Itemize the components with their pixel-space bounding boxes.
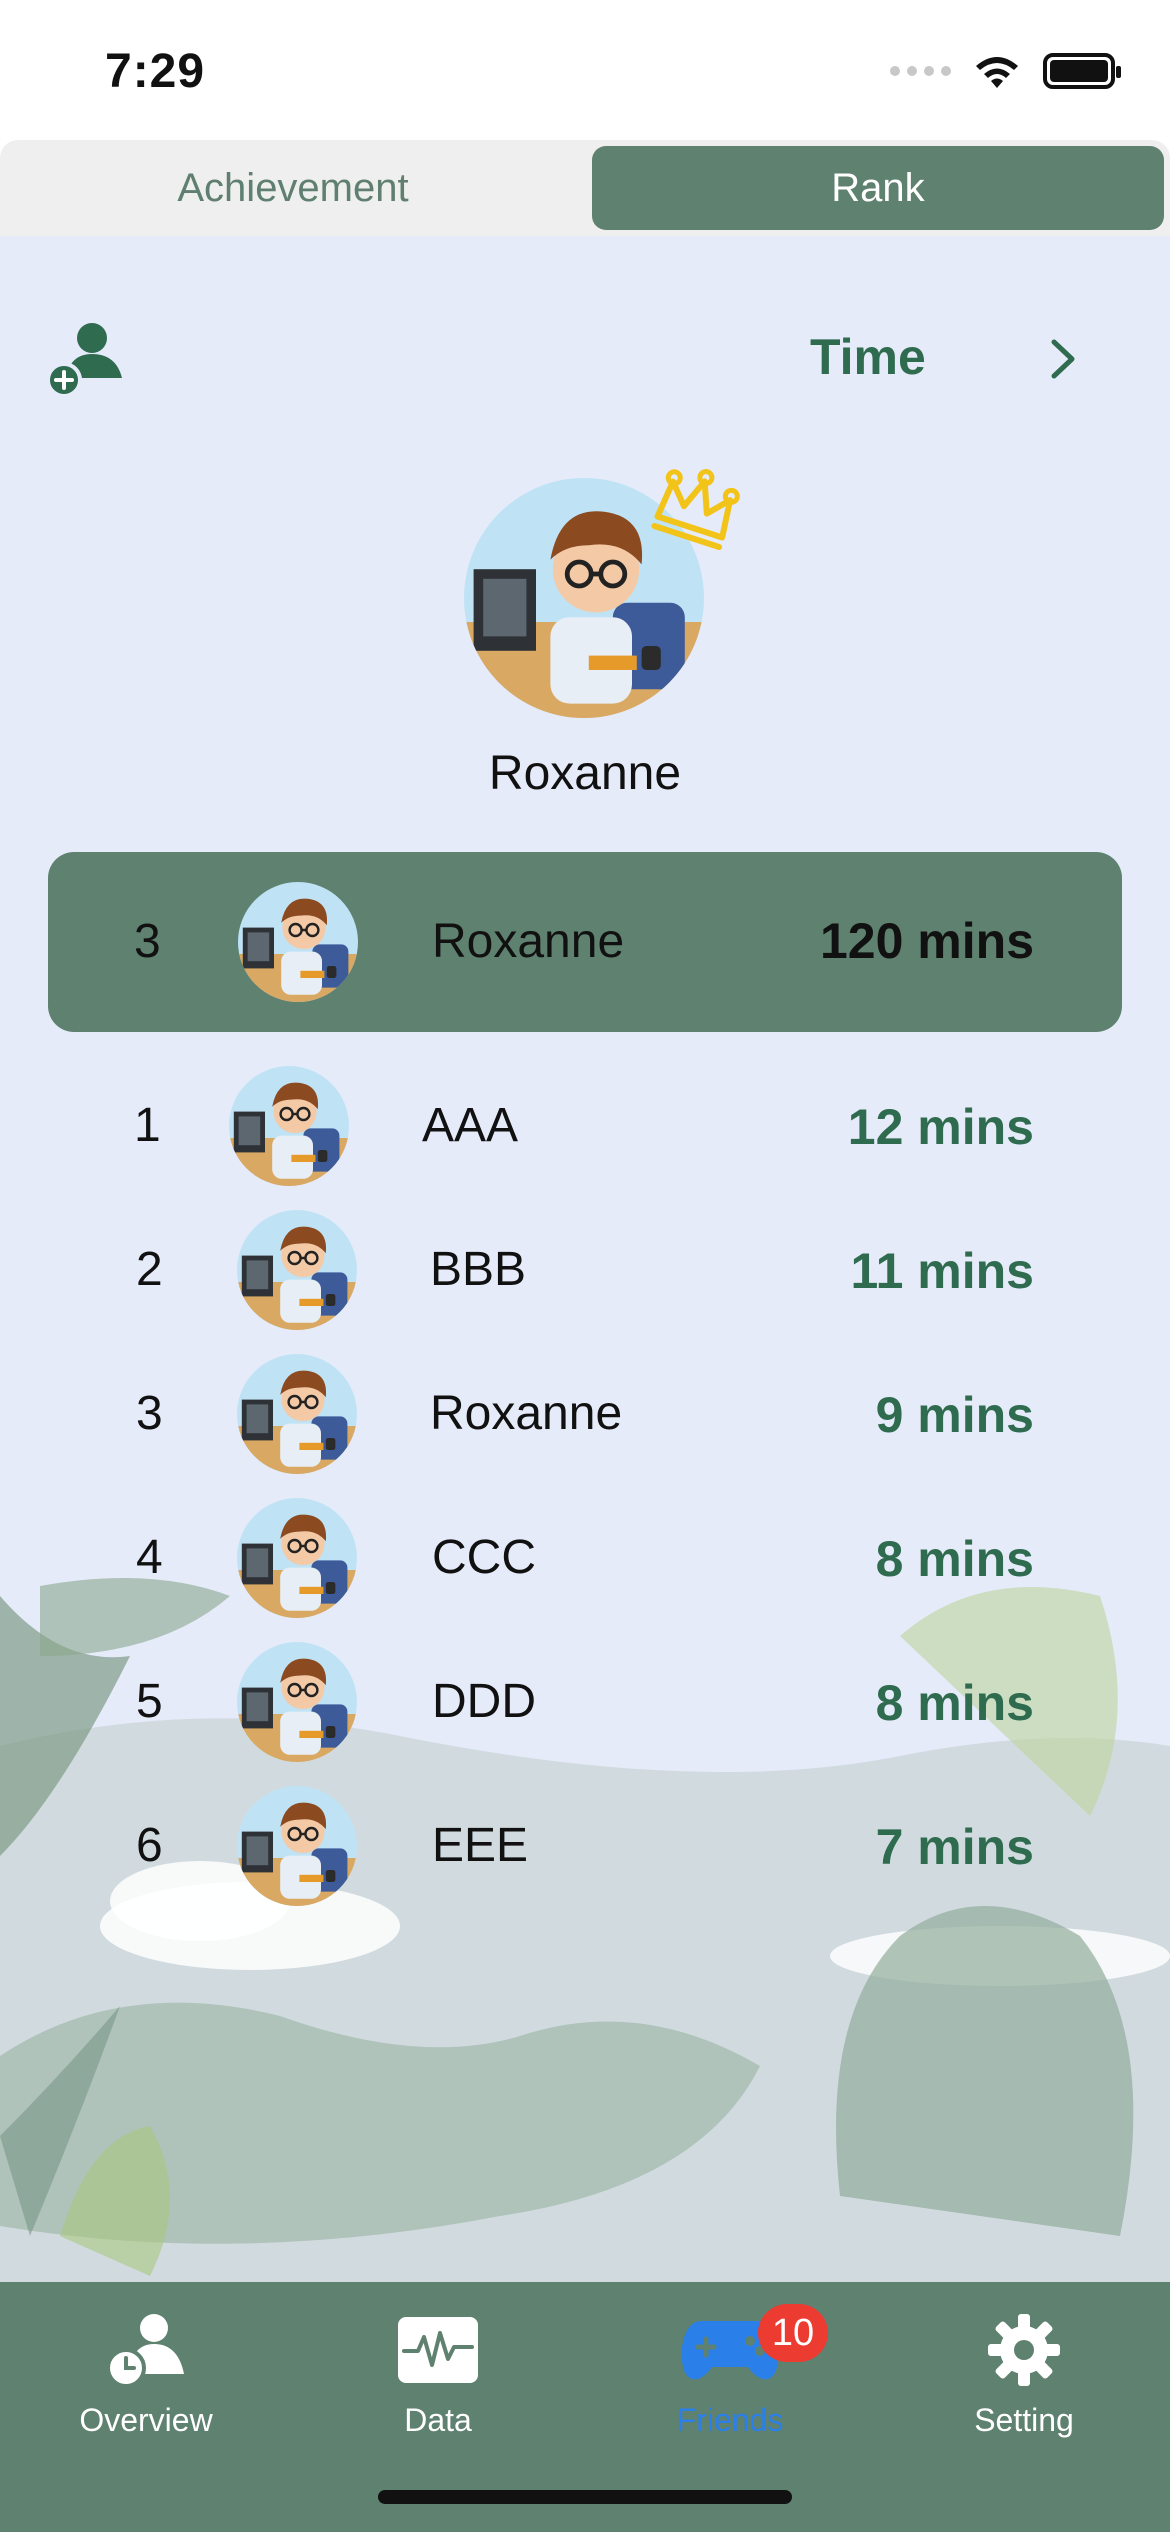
user-name: EEE [432,1819,529,1872]
leaderboard-row[interactable]: 4 CCC 8 mins [0,1498,1170,1628]
tab-friends[interactable]: Friends 10 [620,2304,840,2462]
tab-overview-label: Overview [79,2402,213,2438]
tab-data[interactable]: Data [328,2312,548,2462]
user-name: BBB [430,1243,527,1296]
add-friend-icon[interactable] [44,320,130,400]
tab-rank[interactable]: Rank [592,146,1164,230]
rank-number: 2 [136,1243,163,1296]
leaderboard-row[interactable]: 5 DDD 8 mins [0,1642,1170,1772]
user-time: 8 mins [875,1675,1034,1731]
leaderboard-row[interactable]: 6 EEE 7 mins [0,1786,1170,1916]
user-avatar [237,1498,357,1618]
crown-icon [651,469,740,551]
rank-number: 3 [136,1387,163,1440]
chart-pulse-icon [398,2317,478,2383]
user-avatar [229,1066,349,1186]
rank-number: 4 [136,1531,163,1584]
status-icons [890,52,1121,90]
user-time: 9 mins [875,1387,1034,1443]
tab-setting[interactable]: Setting [914,2312,1134,2462]
user-name: AAA [422,1099,519,1152]
user-avatar [237,1642,357,1762]
top-user-name: Roxanne [488,747,682,800]
tab-setting-label: Setting [974,2402,1074,2438]
user-name: Roxanne [430,1387,623,1440]
my-rank-row[interactable]: 3 Roxanne 120 mins [48,852,1122,1032]
user-time: 7 mins [875,1819,1034,1875]
my-avatar [238,882,358,1002]
leaderboard-row[interactable]: 3 Roxanne 9 mins [0,1354,1170,1484]
my-name: Roxanne [432,915,625,968]
tab-achievement[interactable]: Achievement [4,146,582,230]
home-indicator [378,2490,792,2504]
my-time: 120 mins [819,913,1034,969]
tab-friends-label: Friends [676,2402,784,2438]
user-name: CCC [432,1531,536,1584]
notification-badge: 10 [758,2304,828,2362]
user-avatar [237,1210,357,1330]
gear-icon [988,2314,1060,2386]
leaderboard-row[interactable]: 2 BBB 11 mins [0,1210,1170,1340]
sort-by-time-button[interactable]: Time [810,328,926,386]
user-time: 12 mins [847,1099,1034,1155]
battery-icon [1043,53,1121,89]
tab-data-label: Data [404,2402,472,2438]
wifi-icon [976,57,1018,88]
user-time: 8 mins [875,1531,1034,1587]
chevron-right-icon[interactable] [1038,334,1088,384]
cellular-signal-icon [890,66,951,76]
status-time: 7:29 [105,45,206,98]
my-rank-number: 3 [134,915,161,968]
person-clock-icon [106,2314,184,2388]
user-name: DDD [432,1675,536,1728]
rank-number: 6 [136,1819,163,1872]
user-avatar [237,1354,357,1474]
rank-number: 1 [134,1099,161,1152]
leaderboard-row[interactable]: 1 AAA 12 mins [0,1066,1170,1196]
segmented-control: Achievement Rank [0,140,1170,236]
user-time: 11 mins [850,1243,1034,1299]
rank-number: 5 [136,1675,163,1728]
status-bar: 7:29 [0,0,1170,140]
rank-screen: Time Roxanne 3 Roxanne 120 mins 1 AAA 12… [0,236,1170,2282]
user-avatar [237,1786,357,1906]
tab-overview[interactable]: Overview [36,2312,256,2462]
